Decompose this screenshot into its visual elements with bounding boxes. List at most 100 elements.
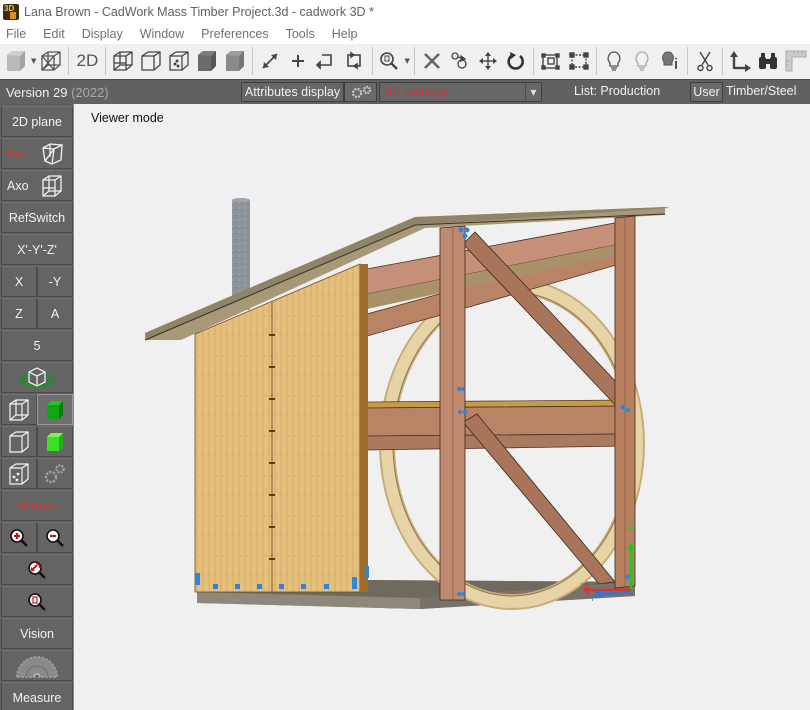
binoculars-icon: [758, 53, 777, 69]
toolbar-separator: [371, 47, 373, 75]
gears-icon: [44, 463, 65, 483]
outline-view-button[interactable]: [1, 426, 37, 457]
add-button[interactable]: [286, 46, 310, 76]
select-dotted-button[interactable]: [567, 46, 591, 76]
menu-window[interactable]: Window: [140, 27, 184, 41]
axonometric-button[interactable]: Axo: [1, 170, 73, 201]
menu-edit[interactable]: Edit: [43, 27, 65, 41]
bright-shaded-view-button[interactable]: [37, 426, 73, 457]
toolbar-separator: [68, 47, 70, 75]
refswitch-button[interactable]: RefSwitch: [1, 202, 73, 233]
delete-button[interactable]: [420, 46, 444, 76]
3d-viewport[interactable]: Viewer mode Z X Y: [75, 104, 810, 710]
copy-move-button[interactable]: [448, 46, 472, 76]
rotate-button[interactable]: [504, 46, 528, 76]
light-on-button[interactable]: [602, 46, 626, 76]
timber-model-scene[interactable]: Z X Y: [75, 104, 810, 710]
2d-plane-button[interactable]: 2D plane: [1, 106, 73, 137]
axis-x-label: X: [580, 583, 585, 590]
toolbar-separator: [105, 47, 107, 75]
cut-button[interactable]: [693, 46, 717, 76]
m-auto-label: M Auto: [17, 498, 57, 513]
resize-button[interactable]: [258, 46, 282, 76]
view-z-button[interactable]: Z: [1, 298, 37, 329]
protractor-button[interactable]: [1, 650, 73, 681]
cadwork-app-icon: [3, 3, 19, 20]
zoom-previous-button[interactable]: [1, 554, 73, 585]
vision-button[interactable]: Vision: [1, 618, 73, 649]
shaded-cube-icon: [198, 51, 217, 71]
display-mode-dropdown[interactable]: ▼: [30, 46, 37, 76]
wireframe-hidden-button[interactable]: [111, 46, 135, 76]
menu-bar: File Edit Display Window Preferences Too…: [0, 23, 810, 44]
axis-z-label: Z: [628, 521, 634, 531]
move-arrows-icon: [478, 52, 497, 70]
perspective-button[interactable]: Per: [1, 138, 73, 169]
m-auto-button[interactable]: M Auto: [1, 490, 73, 521]
window-title: Lana Brown - CadWork Mass Timber Project…: [24, 4, 374, 19]
3d-settings-select[interactable]: 3D settings ▼: [379, 82, 542, 102]
zoom-out-icon: [46, 528, 64, 547]
find-button[interactable]: [756, 46, 780, 76]
wireframe-hidden-cube-icon: [113, 51, 133, 71]
zoom-window-button[interactable]: [377, 46, 401, 76]
wireframe-cube-icon: [41, 51, 62, 71]
menu-help[interactable]: Help: [332, 27, 358, 41]
dropdown-arrow-icon: ▼: [31, 57, 37, 65]
view-5-button[interactable]: 5: [1, 330, 73, 361]
xyz-prime-button[interactable]: X'-Y'-Z': [1, 234, 73, 265]
measure-button[interactable]: Measure: [1, 682, 73, 710]
2d-view-button[interactable]: 2D: [74, 46, 100, 76]
dotted-view-button[interactable]: [1, 458, 37, 489]
select-frame-button[interactable]: [539, 46, 563, 76]
zoom-dropdown[interactable]: ▼: [403, 46, 410, 76]
perspective-cube-icon: [42, 143, 63, 165]
outline-cube-icon: [141, 51, 161, 71]
solid-cube-icon: [7, 51, 26, 71]
axis-button[interactable]: [728, 46, 752, 76]
view-a-label: A: [50, 306, 60, 321]
shaded-light-cube-button[interactable]: [223, 46, 247, 76]
select-frame-icon: [541, 53, 560, 70]
zoom-all-button[interactable]: [1, 586, 73, 617]
outline-cube-button[interactable]: [139, 46, 163, 76]
wireframe-cube-button[interactable]: [39, 46, 63, 76]
move-button[interactable]: [476, 46, 500, 76]
zoom-in-button[interactable]: [1, 522, 37, 553]
vision-label: Vision: [20, 626, 54, 641]
view-x-button[interactable]: X: [1, 266, 37, 297]
dotted-cube-button[interactable]: [167, 46, 191, 76]
user-button[interactable]: User: [690, 82, 723, 102]
zoom-previous-icon: [28, 560, 46, 579]
attributes-display-button[interactable]: Attributes display: [241, 82, 344, 102]
shaded-view-button[interactable]: [37, 394, 73, 425]
light-info-button[interactable]: [658, 46, 682, 76]
zoom-page-icon: [28, 592, 46, 611]
menu-display[interactable]: Display: [82, 27, 123, 41]
light-off-button[interactable]: [630, 46, 654, 76]
toolbar-separator: [595, 47, 597, 75]
main-toolbar: ▼ 2D ▼: [0, 44, 810, 78]
menu-preferences[interactable]: Preferences: [201, 27, 268, 41]
measure-tool-button[interactable]: [784, 46, 808, 76]
toolbar-separator: [686, 47, 688, 75]
zoom-out-button[interactable]: [37, 522, 73, 553]
bulb-info-icon: [662, 51, 677, 69]
view-a-button[interactable]: A: [37, 298, 73, 329]
wireframe-view-button[interactable]: [1, 394, 37, 425]
view-settings-button[interactable]: [37, 458, 73, 489]
zoom-window-icon: [380, 52, 399, 70]
orbit-rotate-button[interactable]: [1, 362, 73, 393]
view-neg-y-button[interactable]: -Y: [37, 266, 73, 297]
menu-tools[interactable]: Tools: [286, 27, 315, 41]
shaded-cube-button[interactable]: [195, 46, 219, 76]
redo-button[interactable]: [342, 46, 366, 76]
version-number: Version 29: [6, 84, 68, 100]
attributes-settings-button[interactable]: [344, 82, 377, 102]
green-solid-cube-icon: [47, 400, 63, 419]
gears-icon: [351, 85, 371, 99]
solid-cube-button[interactable]: [4, 46, 28, 76]
undo-button[interactable]: [314, 46, 338, 76]
dropdown-arrow-icon: ▼: [404, 57, 410, 65]
menu-file[interactable]: File: [6, 27, 26, 41]
